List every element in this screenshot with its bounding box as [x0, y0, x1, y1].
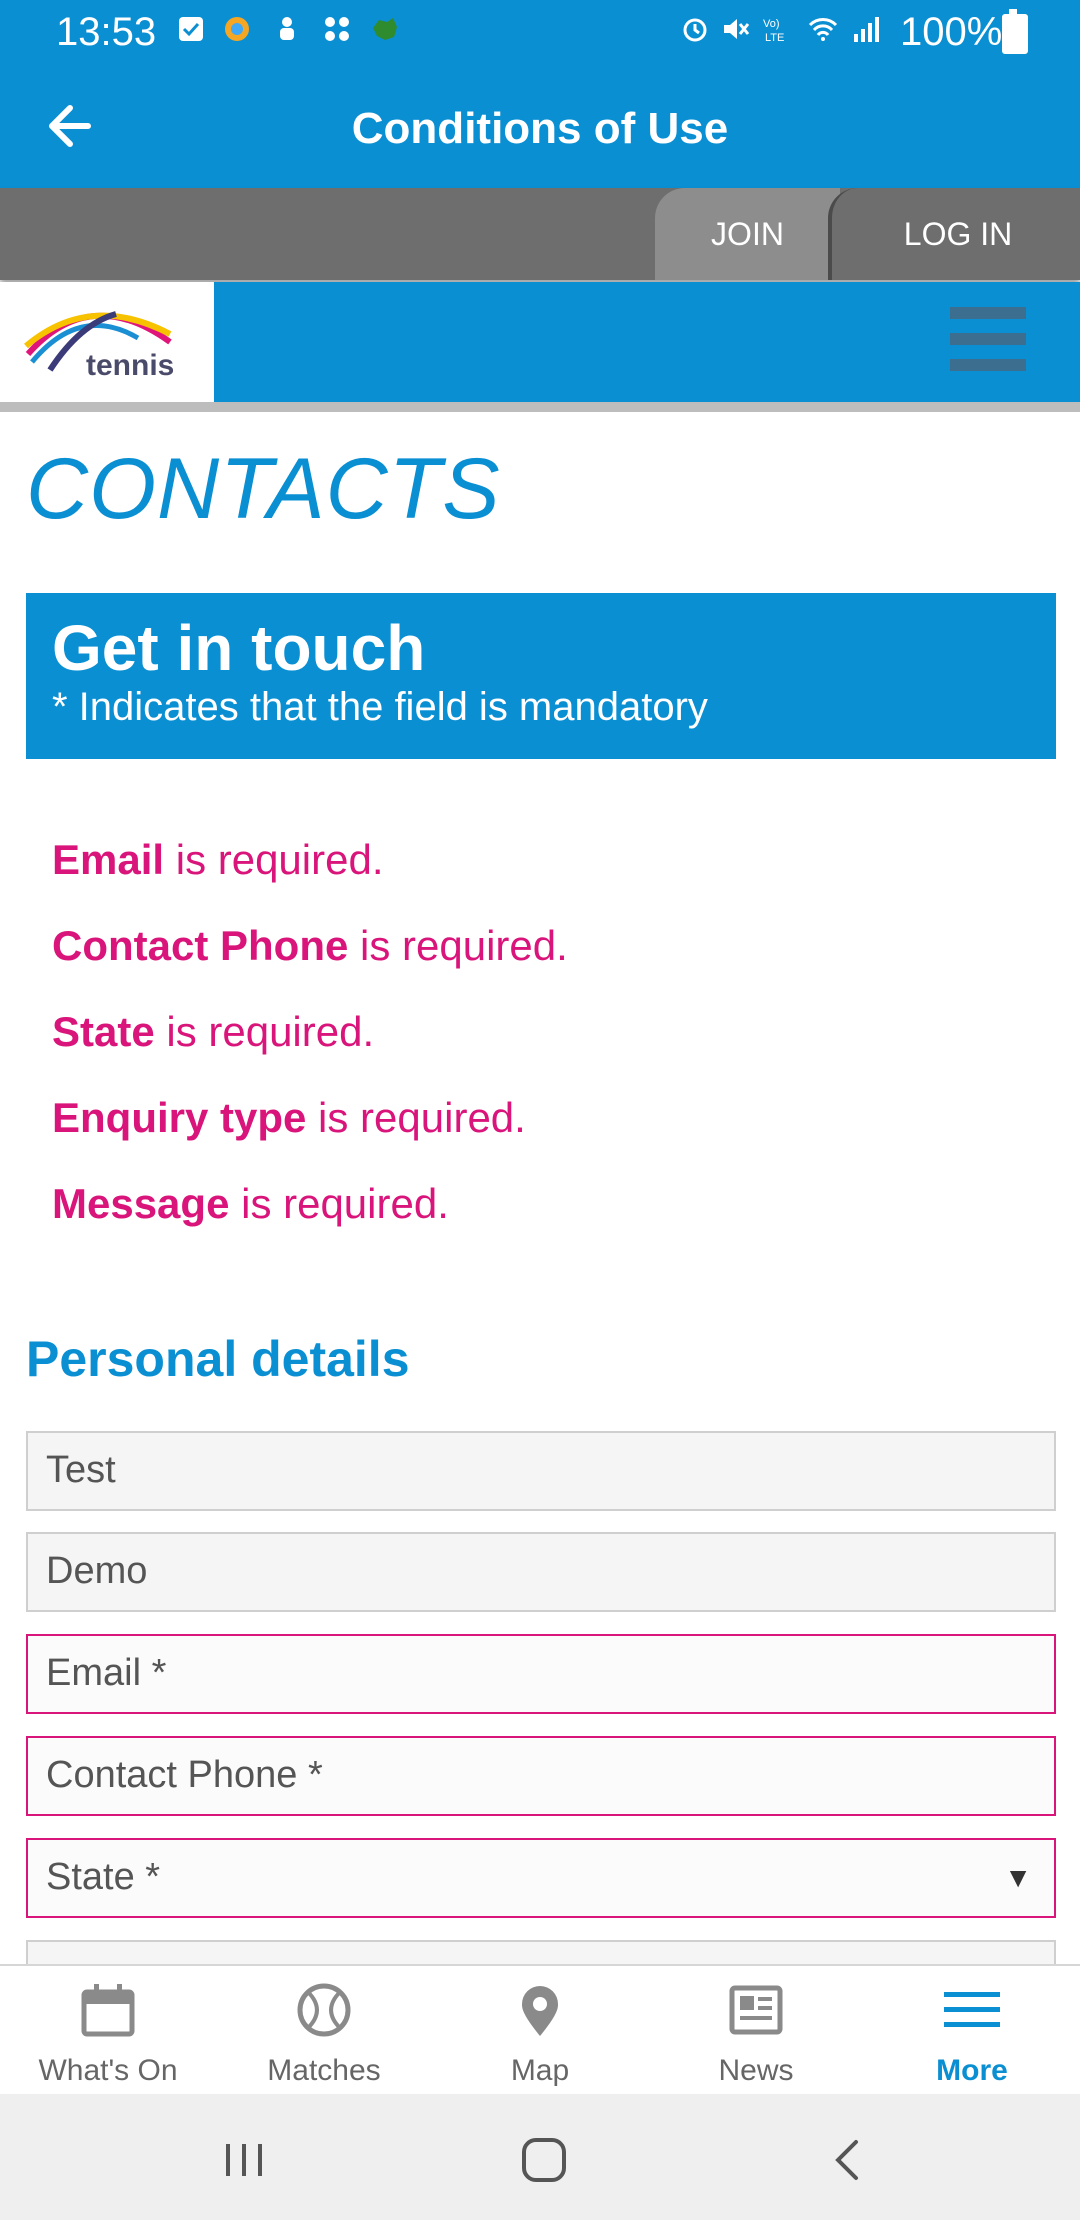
svg-text:Vo): Vo): [763, 18, 780, 30]
browser-notification-icon: [225, 17, 249, 41]
tennis-logo-text: tennis: [86, 349, 175, 382]
state-select[interactable]: State * ▼: [26, 1838, 1056, 1918]
error-enquiry-type: Enquiry type is required.: [52, 1094, 526, 1141]
clock: 13:53: [56, 10, 157, 54]
svg-text:LTE: LTE: [765, 32, 784, 44]
back-icon[interactable]: [818, 2130, 878, 2190]
app-notification-icon: [280, 17, 294, 40]
header-divider: [0, 402, 1080, 412]
battery-percentage: 100%: [900, 10, 1003, 54]
volte-icon: Vo) LTE: [763, 18, 784, 44]
nav-whats-on[interactable]: What's On: [0, 1966, 216, 2096]
app-bar-title: Conditions of Use: [351, 104, 729, 153]
email-field[interactable]: Email *: [26, 1634, 1056, 1714]
error-email: Email is required.: [52, 836, 384, 883]
australia-map-notification-icon: [373, 18, 397, 40]
first-name-field[interactable]: Test: [26, 1431, 1056, 1511]
nav-matches[interactable]: Matches: [216, 1966, 432, 2096]
page-title: CONTACTS: [26, 441, 501, 537]
last-name-field[interactable]: Demo: [26, 1532, 1056, 1612]
app-bar: Conditions of Use: [0, 66, 1080, 188]
location-pin-icon: [522, 1986, 558, 2036]
get-in-touch-banner: Get in touch * Indicates that the field …: [26, 593, 1056, 759]
battery-icon: [1002, 9, 1028, 54]
wifi-icon: [808, 18, 838, 41]
mute-icon: [724, 19, 750, 39]
calendar-icon: [81, 1984, 135, 2037]
hamburger-menu-icon[interactable]: [950, 305, 1030, 375]
nav-label: Matches: [267, 2054, 381, 2087]
tennis-ball-icon: [297, 1983, 351, 2037]
error-state: State is required.: [52, 1008, 375, 1055]
auth-strip: JOIN LOG IN: [0, 188, 1080, 280]
nav-news[interactable]: News: [648, 1966, 864, 2096]
personal-details-heading: Personal details: [26, 1331, 410, 1387]
nav-map[interactable]: Map: [432, 1966, 648, 2096]
menu-lines-icon: [944, 1992, 1000, 2027]
mandatory-note: * Indicates that the field is mandatory: [52, 685, 708, 729]
home-icon[interactable]: [514, 2130, 574, 2190]
contact-phone-field[interactable]: Contact Phone *: [26, 1736, 1056, 1816]
signal-icon: [854, 17, 879, 42]
newspaper-icon: [729, 1985, 783, 2035]
error-contact-phone: Contact Phone is required.: [52, 922, 568, 969]
get-in-touch-title: Get in touch: [52, 612, 426, 684]
tennis-logo[interactable]: [0, 282, 214, 402]
nav-label: More: [936, 2054, 1008, 2087]
nav-more[interactable]: More: [864, 1966, 1080, 2096]
nav-label: What's On: [38, 2054, 178, 2087]
alarm-icon: [683, 18, 707, 42]
status-bar: 13:53 Vo) LTE 100%: [0, 0, 1080, 66]
checkbox-notification-icon: [179, 17, 203, 41]
join-button[interactable]: JOIN: [655, 188, 840, 280]
dropdown-caret-icon: ▼: [1004, 1862, 1032, 1893]
error-message: Message is required.: [52, 1180, 449, 1227]
login-button[interactable]: LOG IN: [828, 188, 1080, 280]
nav-label: Map: [510, 2054, 570, 2087]
grid-notification-icon: [325, 17, 349, 41]
nav-label: News: [718, 2054, 794, 2087]
enquiry-type-select[interactable]: [26, 1940, 1056, 1966]
system-navigation-bar: [0, 2094, 1080, 2220]
bottom-navigation: What's On Matches Map News More: [0, 1964, 1080, 2096]
recent-apps-icon[interactable]: [214, 2130, 274, 2190]
